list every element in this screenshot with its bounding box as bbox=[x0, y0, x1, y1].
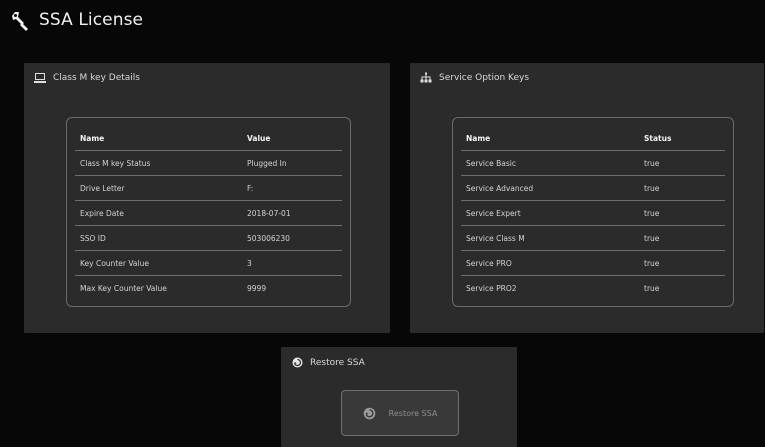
table-row: Service Advanced true bbox=[461, 176, 725, 201]
row-name: SSO ID bbox=[80, 233, 106, 243]
row-value: 3 bbox=[247, 258, 252, 268]
page-header: SSA License bbox=[9, 8, 143, 32]
restore-ssa-button-label: Restore SSA bbox=[388, 408, 438, 418]
restore-ssa-button[interactable]: Restore SSA bbox=[341, 390, 459, 436]
class-m-key-details-header: Class M key Details bbox=[34, 72, 140, 84]
row-name: Service PRO2 bbox=[466, 283, 517, 293]
computer-icon bbox=[34, 72, 46, 84]
row-name: Service Class M bbox=[466, 233, 525, 243]
table-row: Service PRO true bbox=[461, 251, 725, 276]
row-status: true bbox=[644, 233, 660, 243]
table-header-row: Name Status bbox=[461, 126, 725, 151]
table-row: Service Class M true bbox=[461, 226, 725, 251]
row-name: Drive Letter bbox=[80, 183, 125, 193]
row-name: Class M key Status bbox=[80, 158, 151, 168]
table-row: SSO ID 503006230 bbox=[75, 226, 342, 251]
row-name: Expire Date bbox=[80, 208, 124, 218]
table-row: Service Basic true bbox=[461, 151, 725, 176]
row-value: 2018-07-01 bbox=[247, 208, 291, 218]
row-name: Service Advanced bbox=[466, 183, 534, 193]
row-value: 9999 bbox=[247, 283, 267, 293]
row-status: true bbox=[644, 183, 660, 193]
row-value: F: bbox=[247, 183, 254, 193]
service-option-keys-table: Name Status Service Basic true Service A… bbox=[452, 117, 734, 307]
table-row: Class M key Status Plugged In bbox=[75, 151, 342, 176]
row-status: true bbox=[644, 158, 660, 168]
row-value: Plugged In bbox=[247, 158, 287, 168]
table-header-row: Name Value bbox=[75, 126, 342, 151]
service-option-keys-header: Service Option Keys bbox=[420, 72, 529, 84]
restore-ssa-panel: Restore SSA Restore SSA bbox=[281, 347, 517, 447]
page-title: SSA License bbox=[39, 10, 144, 30]
class-m-key-details-title: Class M key Details bbox=[53, 73, 140, 83]
name-column-header: Name bbox=[80, 133, 105, 143]
row-name: Max Key Counter Value bbox=[80, 283, 167, 293]
restore-icon bbox=[292, 357, 303, 368]
table-row: Drive Letter F: bbox=[75, 176, 342, 201]
row-status: true bbox=[644, 208, 660, 218]
table-row: Key Counter Value 3 bbox=[75, 251, 342, 276]
table-row: Service PRO2 true bbox=[461, 276, 725, 300]
row-status: true bbox=[644, 283, 660, 293]
restore-ssa-title: Restore SSA bbox=[310, 357, 365, 368]
class-m-key-details-table: Name Value Class M key Status Plugged In… bbox=[66, 117, 351, 307]
hierarchy-icon bbox=[420, 72, 432, 84]
row-name: Service Expert bbox=[466, 208, 521, 218]
status-column-header: Status bbox=[644, 133, 672, 143]
table-row: Max Key Counter Value 9999 bbox=[75, 276, 342, 300]
table-row: Expire Date 2018-07-01 bbox=[75, 201, 342, 226]
value-column-header: Value bbox=[247, 133, 271, 143]
service-option-keys-title: Service Option Keys bbox=[439, 73, 530, 83]
row-value: 503006230 bbox=[247, 233, 290, 243]
row-status: true bbox=[644, 258, 660, 268]
row-name: Service Basic bbox=[466, 158, 516, 168]
name-column-header: Name bbox=[466, 133, 491, 143]
row-name: Service PRO bbox=[466, 258, 512, 268]
class-m-key-details-panel: Class M key Details Name Value Class M k… bbox=[24, 63, 390, 333]
table-row: Service Expert true bbox=[461, 201, 725, 226]
row-name: Key Counter Value bbox=[80, 258, 149, 268]
wrench-icon bbox=[9, 9, 31, 31]
restore-ssa-header: Restore SSA bbox=[292, 357, 365, 368]
service-option-keys-panel: Service Option Keys Name Status Service … bbox=[410, 63, 764, 333]
restore-icon bbox=[363, 407, 376, 420]
